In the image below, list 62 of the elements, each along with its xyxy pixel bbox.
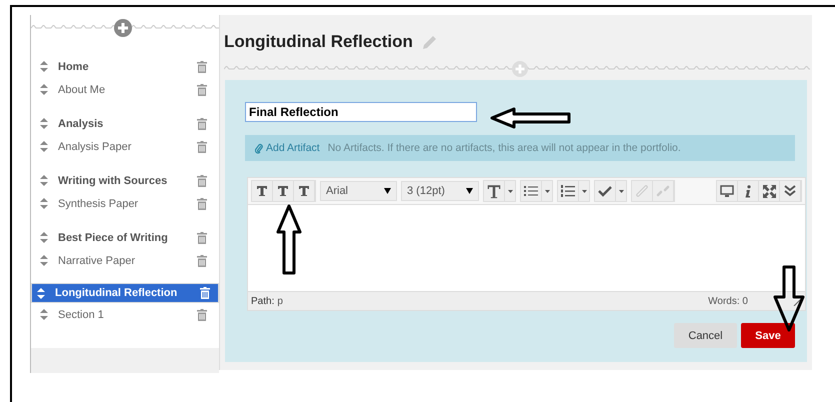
trash-icon[interactable] [197,174,207,186]
font-size-dropdown[interactable]: 3 (12pt) [401,181,479,201]
down-arrow-drawing [772,265,806,333]
sidebar-item[interactable]: Analysis Paper [31,135,219,158]
sidebar-item[interactable]: Section 1 [31,303,219,326]
reorder-icon[interactable] [40,141,48,152]
reorder-icon[interactable] [40,255,48,266]
page-title: Longitudinal Reflection [224,32,413,52]
path-label: Path: [251,296,274,306]
dropdown-icon [384,188,391,194]
trash-icon[interactable] [197,254,207,266]
text-icon [298,185,310,197]
sidebar-item[interactable]: Home [31,55,219,78]
trash-icon[interactable] [197,232,207,244]
path-value: p [277,296,283,306]
bullet-list-icon [524,185,538,197]
trash-icon[interactable] [197,118,207,130]
trash-icon[interactable] [197,84,207,96]
numbered-list-icon [561,185,575,197]
text-icon [486,184,502,198]
monitor-icon [720,184,734,198]
font-dropdown[interactable]: Arial [320,181,397,201]
text-icon [277,185,289,197]
paperclip-icon [255,142,263,154]
trash-icon[interactable] [197,60,207,72]
cancel-button[interactable]: Cancel [674,323,737,348]
reorder-icon[interactable] [40,61,48,72]
sidebar-item[interactable]: Analysis [31,112,219,135]
trash-icon[interactable] [200,287,210,299]
expand-icon [762,184,776,198]
spellcheck-button[interactable] [595,181,616,201]
bullet-list-button[interactable] [521,181,542,201]
link-icon [635,185,649,197]
reorder-icon[interactable] [40,198,48,209]
sidebar-item[interactable]: Synthesis Paper [31,192,219,215]
dropdown-icon [466,188,473,194]
trash-icon[interactable] [197,140,207,152]
reorder-icon[interactable] [40,175,48,186]
info-icon [744,184,752,198]
trash-icon[interactable] [197,308,207,320]
reorder-icon[interactable] [40,84,48,95]
word-count: Words: 0 [708,296,748,306]
save-button[interactable]: Save [741,323,795,348]
reorder-icon[interactable] [37,288,45,298]
double-chevron-icon [784,185,796,197]
sidebar-item[interactable]: Best Piece of Writing [31,226,219,249]
sidebar-item[interactable]: Longitudinal Reflection [31,283,219,303]
resize-handle-icon[interactable] [793,296,802,306]
reorder-icon[interactable] [40,118,48,129]
sidebar-item[interactable]: Narrative Paper [31,249,219,272]
reorder-icon[interactable] [40,309,48,320]
trash-icon[interactable] [197,198,207,210]
sidebar-item[interactable]: Writing with Sources [31,169,219,192]
reorder-icon[interactable] [40,232,48,243]
broken-link-icon [656,185,670,197]
add-section-icon[interactable] [114,19,132,37]
checkmark-icon [598,185,612,197]
sidebar-item[interactable]: About Me [31,78,219,101]
numbered-list-button[interactable] [558,181,579,201]
title-field[interactable]: Final Reflection [245,102,477,122]
text-icon [256,185,268,197]
artifact-message: No Artifacts. If there are no artifacts, this area will not appear in the portfolio. [328,142,681,154]
